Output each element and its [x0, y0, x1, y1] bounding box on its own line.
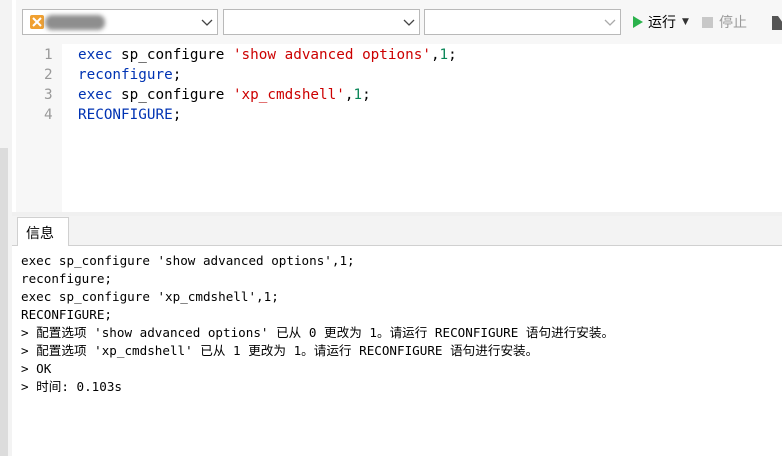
sqlserver-icon [30, 15, 44, 29]
line-number: 3 [44, 87, 53, 103]
run-label: 运行 [648, 15, 676, 31]
code-token: exec [78, 47, 113, 63]
stop-icon [702, 16, 713, 28]
stop-label: 停止 [719, 15, 747, 31]
explain-icon[interactable] [772, 16, 782, 30]
result-tabbar: 信息 [12, 216, 782, 246]
message-line: > 时间: 0.103s [21, 379, 123, 394]
code-token: reconfigure [78, 67, 173, 83]
left-scroll-strip [0, 148, 8, 456]
code-token: 1 [353, 87, 363, 103]
left-gutter [0, 0, 12, 456]
tab-messages-label: 信息 [26, 226, 54, 242]
line-number: 2 [44, 67, 53, 83]
code-token: 'xp_cmdshell' [232, 87, 345, 103]
code-token: ; [172, 67, 182, 83]
connection-name-redacted [45, 15, 105, 30]
stop-button[interactable]: 停止 [702, 12, 747, 32]
code-token: sp_configure [112, 47, 233, 63]
schema-select[interactable] [424, 9, 621, 35]
connection-select[interactable] [22, 9, 218, 35]
line-number-gutter [16, 44, 62, 212]
code-token: ; [362, 87, 371, 103]
code-token: exec [78, 87, 113, 103]
chevron-down-icon [604, 19, 616, 26]
code-line[interactable]: exec sp_configure 'show advanced options… [78, 45, 457, 65]
run-button[interactable]: 运行 ▼ [632, 12, 689, 32]
line-number: 1 [44, 47, 53, 63]
chevron-down-icon [201, 19, 213, 26]
database-select[interactable] [223, 9, 420, 35]
code-line[interactable]: reconfigure; [78, 65, 457, 85]
message-line: > OK [21, 361, 52, 376]
message-line: exec sp_configure 'show advanced options… [21, 253, 355, 268]
tab-messages[interactable]: 信息 [17, 217, 69, 246]
play-icon [633, 16, 643, 28]
message-line: RECONFIGURE; [21, 307, 112, 322]
code-token: ; [172, 107, 182, 123]
messages-output: exec sp_configure 'show advanced options… [21, 252, 614, 396]
code-line[interactable]: exec sp_configure 'xp_cmdshell',1; [78, 85, 457, 105]
message-line: reconfigure; [21, 271, 112, 286]
line-number: 4 [44, 107, 53, 123]
code-token: ; [448, 47, 457, 63]
code-token: , [430, 47, 440, 63]
query-toolbar: 运行 ▼ 停止 [16, 0, 782, 44]
code-token: 1 [439, 47, 449, 63]
run-dropdown-caret-icon[interactable]: ▼ [682, 17, 689, 27]
sql-editor[interactable]: 1 2 3 4 exec sp_configure 'show advanced op… [16, 44, 782, 212]
code-token: RECONFIGURE [78, 107, 173, 123]
message-line: exec sp_configure 'xp_cmdshell',1; [21, 289, 279, 304]
code-token: sp_configure [112, 87, 233, 103]
code-area[interactable]: exec sp_configure 'show advanced options… [78, 45, 457, 125]
message-line: > 配置选项 'xp_cmdshell' 已从 1 更改为 1。请运行 RECO… [21, 343, 539, 358]
chevron-down-icon [403, 19, 415, 26]
code-line[interactable]: RECONFIGURE; [78, 105, 457, 125]
message-line: > 配置选项 'show advanced options' 已从 0 更改为 … [21, 325, 615, 340]
code-token: 'show advanced options' [232, 47, 431, 63]
